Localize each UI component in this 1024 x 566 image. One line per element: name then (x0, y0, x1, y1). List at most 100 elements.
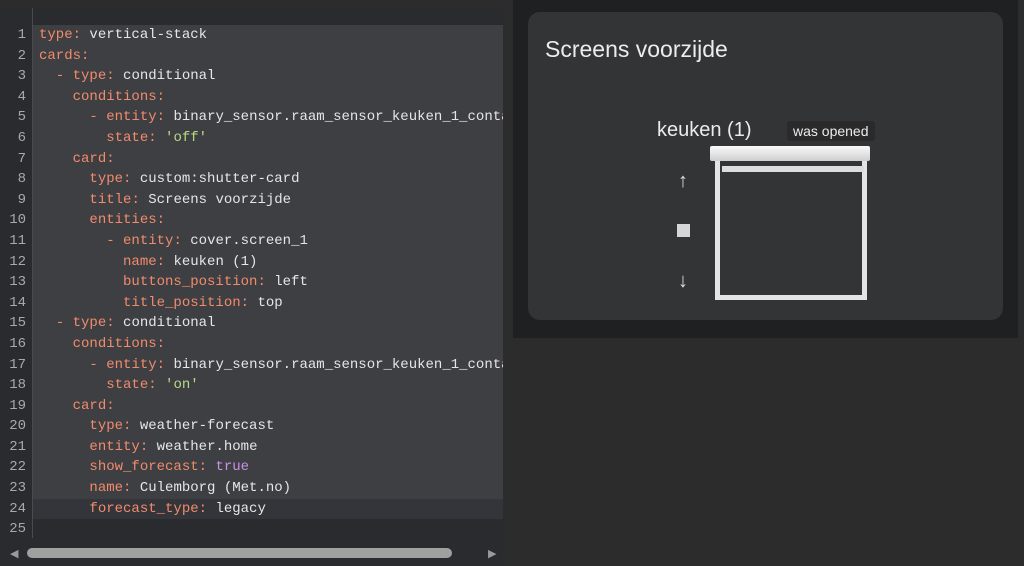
colon: : (131, 191, 149, 208)
code-line[interactable]: 3 - type: conditional (18, 66, 503, 87)
yaml-value: conditional (123, 315, 216, 332)
yaml-key: title_position (123, 294, 241, 311)
yaml-key: card (72, 397, 107, 414)
line-number: 14 (9, 294, 26, 311)
code-line[interactable]: 19 card: (9, 395, 503, 417)
code-line[interactable]: 5 - entity: binary_sensor.raam_sensor_ke… (18, 107, 503, 128)
code-line[interactable]: 6 state: 'off' (18, 127, 503, 149)
colon: : (106, 315, 124, 332)
code-line[interactable]: 25 (9, 519, 503, 540)
colon: : (139, 438, 157, 455)
yaml-key: type (39, 27, 73, 43)
code-line[interactable]: 8 type: custom:shutter-card (18, 169, 503, 190)
colon: : (240, 294, 258, 311)
yaml-key: state (106, 129, 149, 146)
line-text: type: weather-forecast (33, 418, 274, 434)
list-dash: - (89, 356, 107, 373)
code-line[interactable]: 22 show_forecast: true (9, 457, 503, 479)
colon: : (173, 232, 191, 249)
code-line[interactable]: 7 card: (18, 148, 503, 170)
yaml-value: binary_sensor.raam_sensor_keuken_1_conta… (173, 356, 503, 373)
code-line[interactable]: 17 - entity: binary_sensor.raam_sensor_k… (9, 354, 503, 376)
yaml-key: entity (106, 109, 157, 126)
yaml-value: 'off' (165, 129, 208, 146)
yaml-key: forecast_type (89, 500, 199, 517)
line-number: 19 (9, 397, 26, 414)
yaml-key: buttons_position (123, 274, 258, 291)
code-line[interactable]: 12 name: keuken (1) (9, 251, 503, 273)
line-text: title_position: top (33, 295, 283, 311)
yaml-code-editor[interactable]: 1 type: vertical-stack 2 cards: 3 - type: c… (0, 8, 503, 566)
line-number: 24 (9, 500, 26, 517)
shutter-slat-handle[interactable] (722, 166, 864, 172)
yaml-value: binary_sensor.raam_sensor_keuken_1_conta… (173, 109, 503, 126)
yaml-key: entities (89, 212, 157, 229)
yaml-key: name (89, 480, 124, 497)
code-line[interactable]: 13 buttons_position: left (9, 272, 503, 293)
colon: : (123, 171, 140, 188)
code-line[interactable]: 20 type: weather-forecast (9, 416, 503, 437)
colon: : (123, 418, 140, 435)
line-text: conditions: (33, 336, 173, 352)
line-text: - entity: binary_sensor.raam_sensor_keuk… (33, 109, 503, 125)
horizontal-scrollbar[interactable]: ◀ ▶ (0, 544, 503, 562)
yaml-value: weather-forecast (139, 418, 275, 435)
stop-button[interactable] (671, 219, 695, 243)
yaml-key: entity (106, 356, 157, 373)
code-line[interactable]: 18 state: 'on' (9, 375, 503, 396)
line-number: 9 (17, 191, 26, 208)
line-number: 3 (17, 68, 26, 85)
line-number: 4 (17, 88, 26, 105)
line-text: - entity: cover.screen_1 (33, 233, 308, 249)
close-down-button[interactable]: ↓ (671, 269, 695, 293)
colon: : (198, 459, 216, 476)
code-line[interactable]: 14 title_position: top (9, 292, 503, 314)
shutter-window-frame (715, 161, 867, 300)
yaml-value: conditional (123, 68, 216, 85)
colon: : (106, 397, 124, 414)
line-text: - entity: binary_sensor.raam_sensor_keuk… (33, 357, 503, 373)
code-lines[interactable]: 1 type: vertical-stack 2 cards: 3 - type: c… (9, 25, 503, 540)
yaml-value: legacy (215, 500, 266, 517)
scrollbar-thumb[interactable] (27, 548, 452, 558)
code-line[interactable]: 11 - entity: cover.screen_1 (9, 230, 503, 252)
line-number: 7 (17, 150, 26, 167)
yaml-value: weather.home (156, 438, 258, 455)
code-line[interactable]: 24 forecast_type: legacy (9, 498, 503, 520)
colon: : (81, 47, 98, 64)
line-number: 12 (9, 253, 26, 270)
line-number: 5 (17, 109, 26, 126)
code-line[interactable]: 1 type: vertical-stack (18, 25, 503, 46)
code-line[interactable]: 9 title: Screens voorzijde (18, 189, 503, 211)
colon: : (156, 356, 174, 373)
code-line[interactable]: 16 conditions: (9, 333, 503, 355)
line-number: 25 (9, 521, 26, 538)
line-number: 11 (9, 232, 26, 249)
code-line[interactable]: 23 name: Culemborg (Met.no) (9, 478, 503, 499)
scroll-left-icon[interactable]: ◀ (10, 547, 18, 560)
colon: : (106, 68, 124, 85)
open-up-button[interactable]: ↑ (671, 169, 695, 193)
scroll-right-icon[interactable]: ▶ (488, 547, 496, 560)
yaml-key: show_forecast (89, 459, 199, 476)
yaml-key: conditions (72, 335, 157, 352)
code-line[interactable]: 4 conditions: (18, 86, 503, 108)
code-line[interactable]: 21 entity: weather.home (9, 436, 503, 458)
yaml-value: Screens voorzijde (148, 191, 292, 208)
yaml-key: conditions (72, 88, 157, 105)
state-badge: was opened (787, 121, 875, 141)
entity-name[interactable]: keuken (1) (657, 119, 752, 142)
code-line[interactable]: 10 entities: (9, 210, 503, 231)
code-line[interactable]: 2 cards: (18, 45, 503, 67)
line-text (33, 521, 39, 537)
line-number: 16 (9, 335, 26, 352)
code-line[interactable]: 15 - type: conditional (9, 313, 503, 334)
line-text: buttons_position: left (33, 274, 308, 290)
